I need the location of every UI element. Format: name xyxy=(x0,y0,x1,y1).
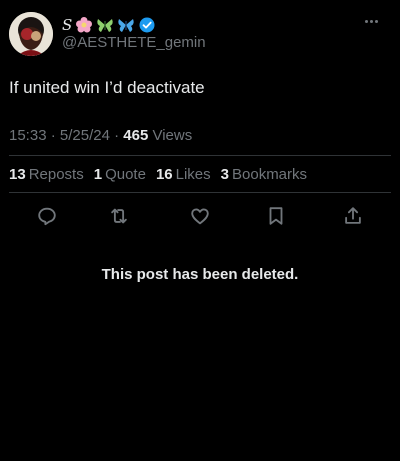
bookmark-icon[interactable] xyxy=(265,205,287,227)
avatar[interactable] xyxy=(9,12,53,56)
more-options-icon[interactable] xyxy=(365,16,383,26)
reposts-stat[interactable]: 13 Reposts xyxy=(9,166,84,183)
tweet-time[interactable]: 15:33 xyxy=(9,127,47,144)
meta-separator: · xyxy=(114,127,120,144)
quotes-stat[interactable]: 1 Quote xyxy=(94,166,146,183)
repost-icon[interactable] xyxy=(108,205,130,227)
like-icon[interactable] xyxy=(189,205,211,227)
butterfly-emoji-icon xyxy=(97,19,113,32)
views-count: 465 xyxy=(123,127,149,144)
divider xyxy=(9,192,391,193)
share-icon[interactable] xyxy=(342,205,364,227)
flower-emoji-icon xyxy=(76,17,93,33)
action-bar xyxy=(36,205,366,227)
meta-separator: · xyxy=(50,127,56,144)
engagement-stats: 13 Reposts 1 Quote 16 Likes 3 Bookmarks xyxy=(9,166,307,183)
blue-butterfly-emoji-icon xyxy=(118,19,134,32)
tweet-text: If united win I’d deactivate xyxy=(9,78,205,97)
deleted-notice: This post has been deleted. xyxy=(101,266,299,283)
tweet-meta: 15:33 · 5/25/24 · 465 Views xyxy=(9,127,192,144)
tweet-date[interactable]: 5/25/24 xyxy=(60,127,110,144)
likes-stat[interactable]: 16 Likes xyxy=(156,166,211,183)
views-label: Views xyxy=(152,127,193,144)
user-handle[interactable]: @AESTHETE_gemin xyxy=(62,34,206,51)
name-row: S xyxy=(62,15,156,35)
display-name[interactable]: S xyxy=(62,16,72,34)
verified-badge-icon xyxy=(139,17,155,33)
divider xyxy=(9,155,391,156)
bookmarks-stat[interactable]: 3 Bookmarks xyxy=(221,166,307,183)
reply-icon[interactable] xyxy=(36,205,58,227)
tweet-header: S @AESTHETE_gemin xyxy=(9,12,391,56)
